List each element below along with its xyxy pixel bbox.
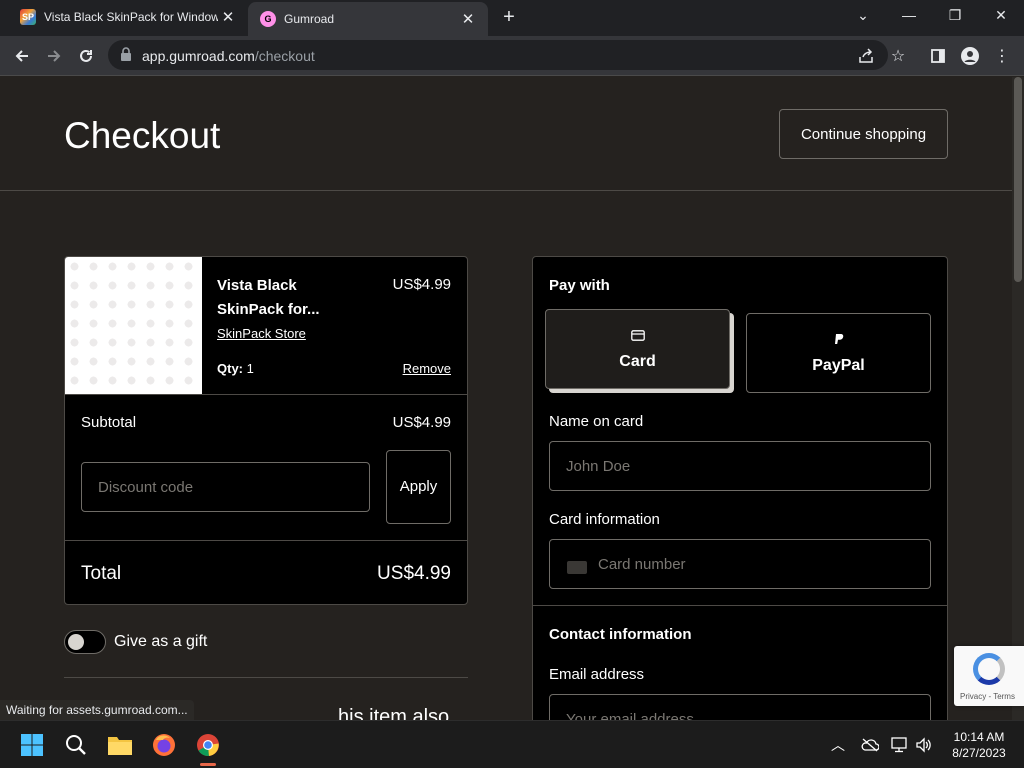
volume-icon[interactable] (914, 735, 934, 755)
contact-information-heading: Contact information (549, 626, 692, 643)
forward-arrow-icon[interactable] (40, 42, 68, 70)
quantity: Qty: 1 (217, 361, 254, 376)
status-bar: Waiting for assets.gumroad.com... (0, 700, 194, 720)
product-thumbnail[interactable] (65, 257, 202, 394)
pay-paypal-option[interactable]: PayPal (746, 313, 931, 393)
email-address-input[interactable] (549, 694, 931, 720)
menu-kebab-icon[interactable]: ⋮ (988, 42, 1016, 70)
subtotal-label: Subtotal (81, 414, 137, 431)
lock-icon (121, 47, 131, 61)
close-tab-icon[interactable]: ✕ (218, 7, 238, 27)
toggle-knob (68, 634, 84, 650)
name-on-card-label: Name on card (549, 413, 644, 430)
product-name[interactable]: Vista Black SkinPack for... (217, 274, 367, 322)
divider (65, 540, 467, 541)
checkout-page: Checkout Continue shopping Vista Black S… (0, 77, 1012, 720)
tab-title: Gumroad (284, 12, 335, 26)
pay-card-option[interactable]: Card (545, 309, 730, 389)
total-value: US$4.99 (377, 563, 451, 584)
divider (65, 394, 467, 395)
recaptcha-terms[interactable]: Privacy - Terms (960, 692, 1015, 701)
gumroad-favicon-icon: G (260, 11, 276, 27)
profile-icon[interactable] (956, 42, 984, 70)
share-icon[interactable] (852, 42, 880, 70)
continue-shopping-button[interactable]: Continue shopping (779, 109, 948, 159)
chrome-icon[interactable] (192, 729, 224, 766)
subtotal-value: US$4.99 (392, 414, 451, 431)
tab-strip: SP Vista Black SkinPack for Windows ✕ G … (0, 0, 1024, 36)
new-tab-button[interactable]: + (498, 6, 520, 28)
apply-discount-button[interactable]: Apply (386, 450, 451, 524)
side-panel-icon[interactable] (924, 42, 952, 70)
email-address-label: Email address (549, 666, 645, 683)
file-explorer-icon[interactable] (104, 729, 136, 761)
card-information-label: Card information (549, 511, 660, 528)
pay-with-heading: Pay with (549, 277, 610, 294)
store-link[interactable]: SkinPack Store (217, 326, 306, 341)
page-scrollbar[interactable] (1012, 77, 1024, 720)
card-number-input[interactable] (549, 539, 931, 589)
gift-label: Give as a gift (114, 633, 208, 650)
remove-link[interactable]: Remove (403, 361, 451, 376)
tab-title: Vista Black SkinPack for Windows (44, 10, 218, 24)
tab-gumroad[interactable]: G Gumroad ✕ (248, 2, 488, 36)
gift-row: Give as a gift (64, 630, 207, 654)
divider (533, 605, 947, 606)
close-tab-icon[interactable]: ✕ (458, 9, 478, 29)
back-arrow-icon[interactable] (8, 42, 36, 70)
reload-icon[interactable] (72, 42, 100, 70)
minimize-button[interactable]: — (886, 0, 932, 30)
card-brand-icon (567, 561, 587, 574)
recaptcha-badge[interactable]: Privacy - Terms (954, 646, 1024, 706)
browser-toolbar: app.gumroad.com/checkout ☆ ⋮ (0, 36, 1024, 76)
payment-panel: Pay with Card PayPal Name on card Card i… (532, 256, 948, 720)
clock-date: 8/27/2023 (952, 746, 1006, 760)
clock[interactable]: 10:14 AM 8/27/2023 (944, 729, 1014, 761)
paypal-icon (831, 331, 847, 347)
page-header: Checkout Continue shopping (0, 77, 1012, 191)
clock-time: 10:14 AM (953, 730, 1005, 744)
scrollbar-thumb[interactable] (1014, 77, 1022, 282)
onedrive-offline-icon[interactable] (860, 735, 880, 755)
discount-code-input[interactable] (81, 462, 370, 512)
taskbar: ︿ 10:14 AM 8/27/2023 (0, 720, 1024, 768)
recaptcha-logo-icon (973, 653, 1005, 685)
tab-skinpack[interactable]: SP Vista Black SkinPack for Windows ✕ (8, 0, 248, 34)
windows-start-icon[interactable] (16, 729, 48, 761)
url-text: app.gumroad.com/checkout (142, 48, 315, 64)
search-icon[interactable] (60, 729, 92, 761)
skinpack-favicon-icon: SP (20, 9, 36, 25)
cart-summary: Vista Black SkinPack for... US$4.99 Skin… (64, 256, 468, 605)
firefox-icon[interactable] (148, 729, 180, 761)
tab-search-chevron-icon[interactable]: ⌄ (840, 0, 886, 30)
divider (64, 677, 468, 678)
total-label: Total (81, 563, 122, 584)
related-items-heading: his item also (338, 706, 450, 720)
show-hidden-icons-chevron-icon[interactable]: ︿ (828, 735, 848, 755)
restore-button[interactable]: ❐ (932, 0, 978, 30)
card-icon (630, 327, 646, 343)
name-on-card-input[interactable] (549, 441, 931, 491)
page-title: Checkout (64, 115, 221, 156)
address-bar[interactable]: app.gumroad.com/checkout (108, 40, 888, 70)
network-icon[interactable] (890, 735, 910, 755)
product-price: US$4.99 (392, 276, 451, 293)
bookmark-star-icon[interactable]: ☆ (884, 42, 912, 70)
gift-toggle[interactable] (64, 630, 106, 654)
close-window-button[interactable]: ✕ (978, 0, 1024, 30)
